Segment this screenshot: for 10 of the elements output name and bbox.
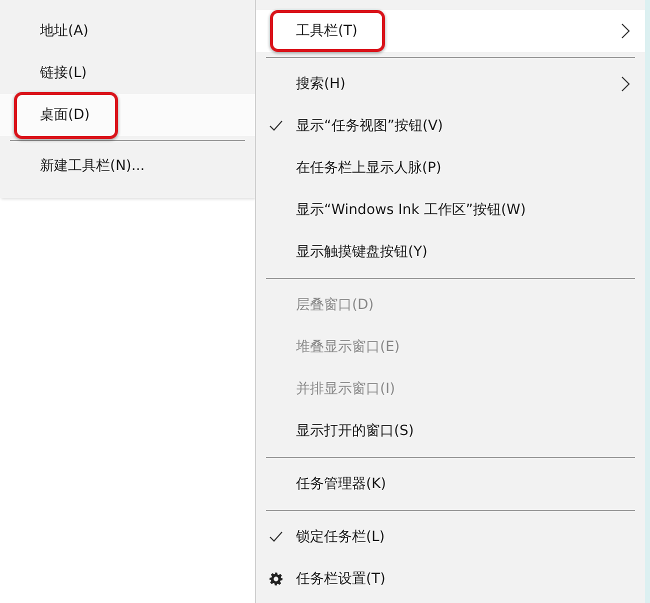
menu-item[interactable]: 新建工具栏(N)...: [0, 145, 255, 187]
chevron-right-icon: [621, 23, 630, 39]
menu-item[interactable]: 工具栏(T): [256, 10, 645, 52]
chevron-right-icon: [621, 76, 630, 92]
menu-item[interactable]: 链接(L): [0, 52, 255, 94]
menu-item[interactable]: 地址(A): [0, 10, 255, 52]
menu-item[interactable]: 桌面(D): [0, 94, 255, 136]
gear-icon: [269, 572, 283, 586]
checkmark-icon: [269, 120, 283, 132]
checkmark-icon: [269, 531, 283, 543]
